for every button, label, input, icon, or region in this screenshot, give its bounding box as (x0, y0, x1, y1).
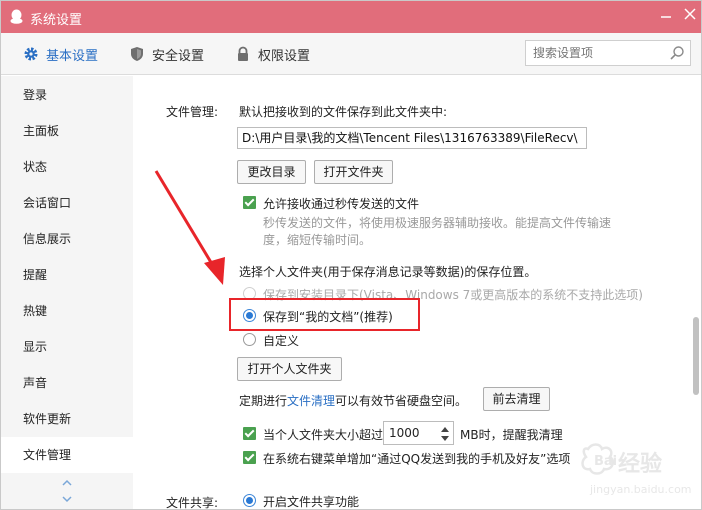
settings-window: 系统设置 基本设置 安全设置 权限设置 搜索设置项 登录 主面板 状态 会话窗口… (0, 0, 702, 510)
watermark-sub: jingyan.baidu.com (589, 483, 692, 496)
annotation-arrow (154, 170, 225, 285)
annotation-highlight-box (229, 298, 420, 331)
watermark-text: 经验 (618, 451, 662, 477)
svg-text:Bai: Bai (594, 454, 617, 469)
baidu-jingyan-watermark: Bai 经验 jingyan.baidu.com (581, 443, 692, 496)
